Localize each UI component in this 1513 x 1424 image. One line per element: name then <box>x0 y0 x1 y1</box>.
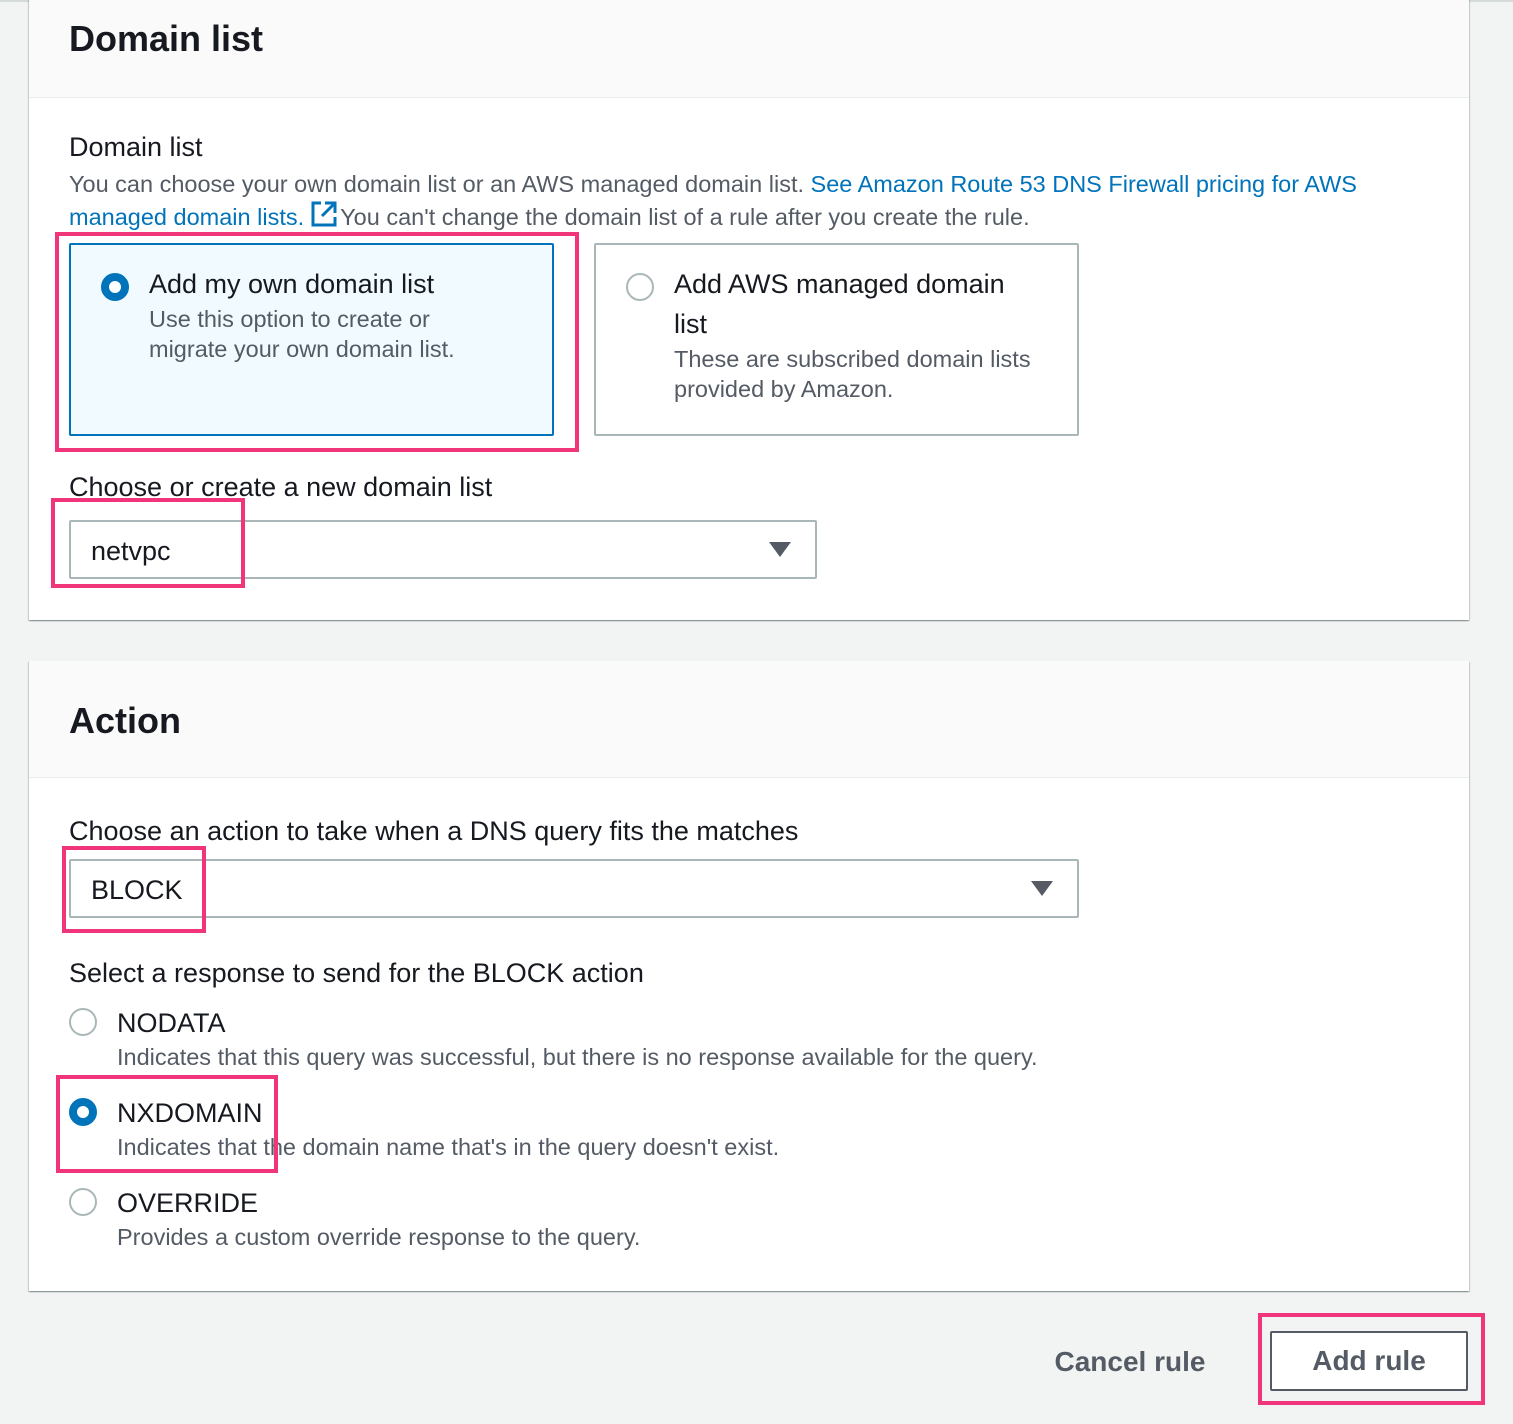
response-group-label: Select a response to send for the BLOCK … <box>69 958 644 988</box>
override-label[interactable]: OVERRIDE <box>117 1188 258 1219</box>
own-domain-list-description: Use this option to create or migrate you… <box>149 306 455 362</box>
domain-list-field-label: Domain list <box>69 132 203 162</box>
nodata-radio[interactable] <box>69 1008 97 1036</box>
domain-list-select-label: Choose or create a new domain list <box>69 472 493 502</box>
aws-managed-list-radio[interactable] <box>626 273 654 301</box>
tile-add-own-domain-list[interactable]: Add my own domain list Use this option t… <box>69 243 554 436</box>
external-link-icon <box>310 200 338 236</box>
domain-list-description: You can choose your own domain list or a… <box>69 168 1429 236</box>
action-panel-header: Action <box>29 661 1469 778</box>
cancel-rule-button[interactable]: Cancel rule <box>1040 1340 1220 1384</box>
aws-managed-list-description: These are subscribed domain lists provid… <box>674 346 1031 402</box>
domain-list-section-title: Domain list <box>69 18 264 59</box>
domain-list-select-value: netvpc <box>91 536 171 566</box>
domain-list-description-text: You can choose your own domain list or a… <box>69 171 811 197</box>
override-radio[interactable] <box>69 1188 97 1216</box>
override-description: Provides a custom override response to t… <box>117 1224 641 1250</box>
action-panel: Action Choose an action to take when a D… <box>29 661 1469 1291</box>
nxdomain-description: Indicates that the domain name that's in… <box>117 1134 780 1160</box>
domain-list-panel: Domain list Domain list You can choose y… <box>29 0 1469 620</box>
own-domain-list-title: Add my own domain list <box>149 269 435 299</box>
nodata-description: Indicates that this query was successful… <box>117 1044 1038 1070</box>
aws-managed-list-title: Add AWS managed domain list <box>674 269 1005 339</box>
chevron-down-icon <box>1031 881 1053 896</box>
domain-list-panel-header: Domain list <box>29 0 1469 98</box>
nxdomain-label[interactable]: NXDOMAIN <box>117 1098 263 1129</box>
add-rule-button[interactable]: Add rule <box>1270 1331 1468 1391</box>
tile-add-aws-managed-domain-list[interactable]: Add AWS managed domain list These are su… <box>594 243 1079 436</box>
nodata-label[interactable]: NODATA <box>117 1008 226 1039</box>
action-select-value: BLOCK <box>91 875 183 905</box>
domain-list-select[interactable]: netvpc <box>69 520 817 579</box>
nxdomain-radio[interactable] <box>69 1098 97 1126</box>
chevron-down-icon <box>769 542 791 557</box>
own-domain-list-radio[interactable] <box>101 273 129 301</box>
action-select[interactable]: BLOCK <box>69 859 1079 918</box>
action-section-title: Action <box>69 700 181 741</box>
action-select-label: Choose an action to take when a DNS quer… <box>69 816 799 846</box>
domain-list-immutable-note: You can't change the domain list of a ru… <box>340 204 1030 230</box>
